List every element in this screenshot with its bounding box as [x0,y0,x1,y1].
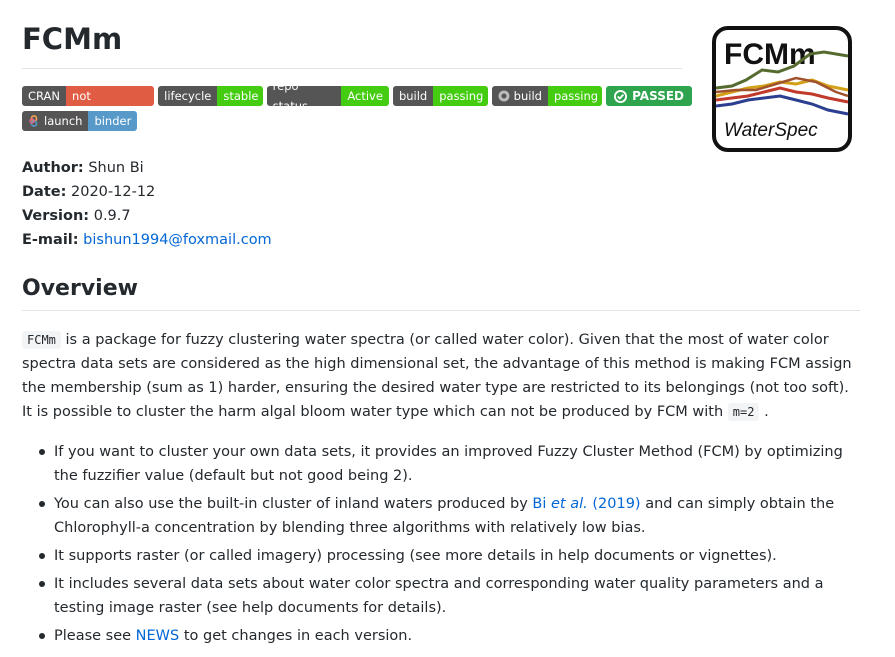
badge-value: passing [433,86,488,106]
email-line: E-mail: bishun1994@foxmail.com [22,232,272,248]
badge-value: not published [66,86,155,106]
author-line: Author: Shun Bi [22,160,144,176]
page-title: FCMm [22,22,123,56]
passed-label: PASSED [632,89,684,103]
overview-divider [22,310,860,311]
svg-text:WaterSpec: WaterSpec [724,120,818,141]
travis-build-badge[interactable]: build passing [392,86,488,106]
badge-label: lifecycle [158,86,218,106]
date-line: Date: 2020-12-12 [22,184,156,200]
list-item: Please see NEWS to get changes in each v… [22,624,860,648]
passed-badge[interactable]: PASSED [606,86,692,106]
badge-label: CRAN [22,86,67,106]
date-value: 2020-12-12 [71,184,156,200]
appveyor-icon [498,90,510,102]
list-item: It supports raster (or called imagery) p… [22,544,860,568]
badge-value: binder [88,111,138,131]
badge-label: launch [44,114,83,128]
repo-status-badge[interactable]: repo status Active [266,86,389,106]
bi-2019-link[interactable]: Bi et al. (2019) [532,496,640,512]
overview-paragraph: FCMm is a package for fuzzy clustering w… [22,331,852,421]
badges: CRAN not published lifecycle stable repo… [22,86,692,136]
title-divider [22,68,682,69]
news-link[interactable]: NEWS [136,628,180,644]
check-circle-icon [614,89,628,103]
email-link[interactable]: bishun1994@foxmail.com [83,232,272,248]
overview-heading: Overview [22,276,138,301]
feature-list: If you want to cluster your own data set… [22,440,860,652]
lifecycle-badge[interactable]: lifecycle stable [158,86,263,106]
readme-page: FCMm FCMm WaterSpec CRAN not published l… [0,0,895,657]
author-value: Shun Bi [88,160,144,176]
cran-badge[interactable]: CRAN not published [22,86,155,106]
list-item: If you want to cluster your own data set… [22,440,860,488]
badge-value: Active [341,86,389,106]
badge-row-2: launch binder [22,111,692,131]
badge-value: passing [547,86,603,106]
badge-label: repo status [266,86,342,106]
list-item: It includes several data sets about wate… [22,572,860,620]
version-value: 0.9.7 [93,208,131,224]
inline-code-fcmm: FCMm [22,331,61,349]
version-line: Version: 0.9.7 [22,208,131,224]
appveyor-build-badge[interactable]: build passing [491,86,603,106]
package-meta: Author: Shun Bi Date: 2020-12-12 Version… [22,156,272,252]
binder-badge[interactable]: launch binder [22,111,138,131]
binder-icon [29,115,38,127]
fcmm-logo: FCMm WaterSpec [712,26,852,152]
list-item: You can also use the built-in cluster of… [22,492,860,540]
badge-row-1: CRAN not published lifecycle stable repo… [22,86,692,106]
svg-text:FCMm: FCMm [724,38,816,71]
badge-label: build [513,89,542,103]
badge-value: stable [217,86,263,106]
badge-label: build [392,86,434,106]
inline-code-m2: m=2 [727,403,760,421]
